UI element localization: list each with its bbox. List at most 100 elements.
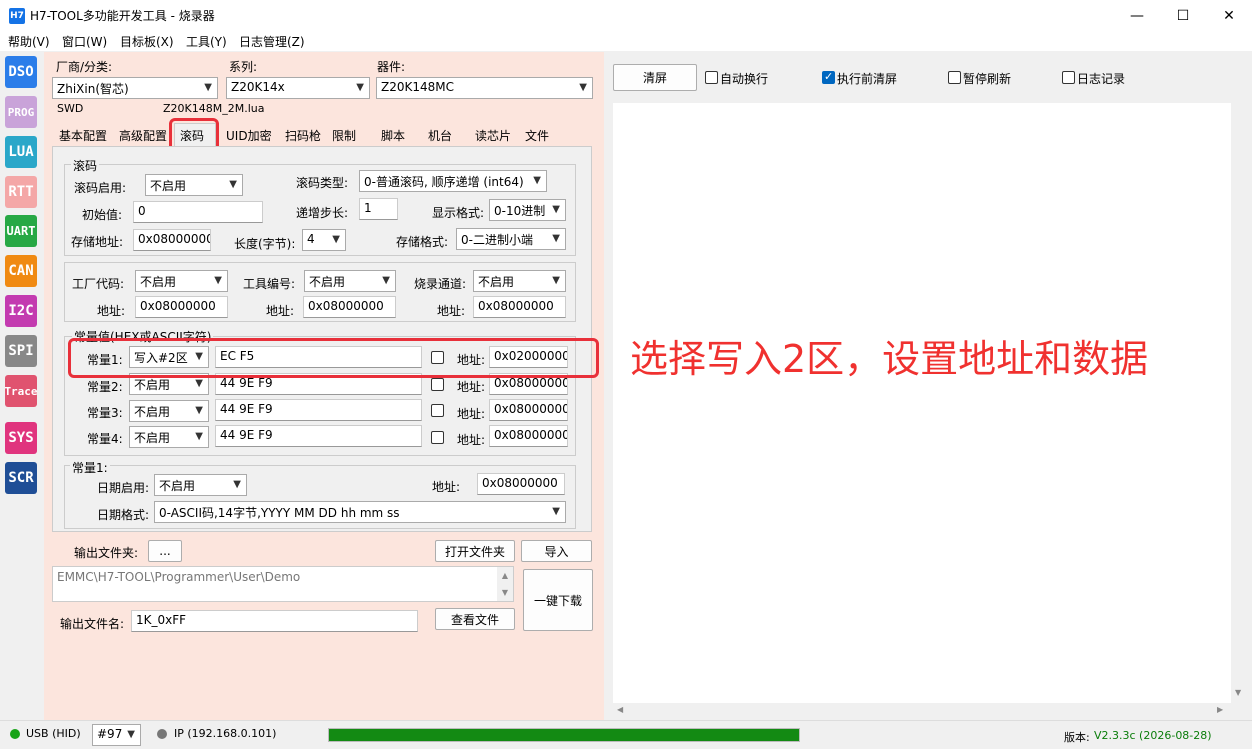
rolling-init-input[interactable]: 0: [133, 201, 263, 223]
sidebar-trace[interactable]: Trace: [4, 375, 38, 407]
constant-value-input[interactable]: 44 9E F9: [215, 399, 422, 421]
tab-limit[interactable]: 限制: [332, 127, 356, 144]
channel-select[interactable]: 不启用 ▼: [473, 270, 566, 292]
device-number-select[interactable]: #97 ▼: [92, 724, 141, 746]
sidebar-dso[interactable]: DSO: [5, 56, 37, 88]
sidebar-spi[interactable]: SPI: [5, 335, 37, 367]
output-file-input[interactable]: 1K_0xFF: [131, 610, 418, 632]
output-path-text: EMMC\H7-TOOL\Programmer\User\Demo: [57, 570, 301, 584]
sidebar-prog[interactable]: PROG: [5, 96, 37, 128]
rolling-group-title: 滚码: [71, 157, 100, 174]
part-select[interactable]: Z20K148MC ▼: [376, 77, 593, 99]
rolling-len-select[interactable]: 4 ▼: [302, 229, 346, 251]
constant-label: 常量2:: [87, 380, 123, 394]
display-format-label: 显示格式:: [432, 206, 485, 220]
chevron-down-icon: ▼: [195, 378, 203, 389]
view-file-button[interactable]: 查看文件: [435, 608, 515, 630]
rolling-enable-select[interactable]: 不启用 ▼: [145, 174, 243, 196]
store-format-label: 存储格式:: [396, 235, 449, 249]
menu-window[interactable]: 窗口(W): [62, 33, 107, 50]
constant-value-input[interactable]: 44 9E F9: [215, 425, 422, 447]
rolling-addr-input[interactable]: 0x08000000: [133, 229, 211, 251]
menu-target[interactable]: 目标板(X): [120, 33, 174, 50]
window-title: H7-TOOL多功能开发工具 - 烧录器: [30, 9, 215, 23]
path-scrollbar[interactable]: ▲ ▼: [497, 567, 513, 601]
date-enable-label: 日期启用:: [97, 481, 150, 495]
maximize-button[interactable]: ☐: [1160, 0, 1206, 31]
clear-before-run-checkbox[interactable]: [822, 70, 835, 84]
vendor-select[interactable]: ZhiXin(智芯) ▼: [52, 77, 218, 99]
one-click-download-button[interactable]: 一键下载: [523, 569, 593, 631]
factory-addr-input[interactable]: 0x08000000: [135, 296, 228, 318]
pause-refresh-checkbox[interactable]: [948, 71, 961, 84]
series-select[interactable]: Z20K14x ▼: [226, 77, 370, 99]
date-enable-select[interactable]: 不启用 ▼: [154, 474, 247, 496]
tab-file[interactable]: 文件: [525, 127, 549, 144]
ip-status-dot: [157, 729, 167, 739]
auto-wrap-checkbox[interactable]: [705, 71, 718, 84]
menu-tools[interactable]: 工具(Y): [186, 33, 227, 50]
chevron-down-icon: ▼: [229, 179, 237, 190]
tab-machine[interactable]: 机台: [428, 127, 452, 144]
display-format-select[interactable]: 0-10进制 ▼: [489, 199, 566, 221]
log-record-checkbox[interactable]: [1062, 71, 1075, 84]
minimize-button[interactable]: —: [1114, 0, 1160, 31]
constant-addr-input[interactable]: 0x08000000: [489, 425, 568, 447]
constant-mode-select[interactable]: 不启用 ▼: [129, 400, 209, 422]
constant-checkbox[interactable]: [431, 431, 444, 444]
sidebar-can[interactable]: CAN: [5, 255, 37, 287]
date-format-label: 日期格式:: [97, 508, 150, 522]
open-folder-button[interactable]: 打开文件夹: [435, 540, 515, 562]
tab-read-chip[interactable]: 读芯片: [475, 127, 511, 144]
chevron-down-icon: ▼: [214, 275, 222, 286]
auto-wrap-label: 自动换行: [720, 72, 769, 86]
chevron-down-icon: ▼: [356, 82, 364, 93]
sidebar-lua[interactable]: LUA: [5, 136, 37, 168]
chevron-down-icon: ▼: [552, 204, 560, 215]
date-addr-input[interactable]: 0x08000000: [477, 473, 565, 495]
channel-addr-input[interactable]: 0x08000000: [473, 296, 566, 318]
constant-addr-label: 地址:: [457, 407, 486, 421]
sidebar-i2c[interactable]: I2C: [5, 295, 37, 327]
output-folder-label: 输出文件夹:: [74, 546, 139, 560]
log-vertical-scrollbar[interactable]: ▼: [1231, 103, 1248, 703]
output-path-box[interactable]: EMMC\H7-TOOL\Programmer\User\Demo ▲ ▼: [52, 566, 514, 602]
tool-number-label: 工具编号:: [243, 277, 296, 291]
tab-scanner[interactable]: 扫码枪: [285, 127, 321, 144]
tool-number-select[interactable]: 不启用 ▼: [304, 270, 396, 292]
log-output-area[interactable]: [613, 103, 1231, 703]
clear-screen-button[interactable]: 清屏: [613, 64, 697, 91]
menu-help[interactable]: 帮助(V): [8, 33, 50, 50]
close-button[interactable]: ✕: [1206, 0, 1252, 31]
constant-checkbox[interactable]: [431, 378, 444, 391]
sidebar-sys[interactable]: SYS: [5, 422, 37, 454]
tab-script[interactable]: 脚本: [381, 127, 405, 144]
date-format-select[interactable]: 0-ASCII码,14字节,YYYY MM DD hh mm ss ▼: [154, 501, 566, 523]
store-format-select[interactable]: 0-二进制小端 ▼: [456, 228, 566, 250]
interface-text: SWD: [57, 102, 84, 115]
chevron-down-icon: ▼: [552, 233, 560, 244]
sidebar-scr[interactable]: SCR: [5, 462, 37, 494]
rolling-type-select[interactable]: 0-普通滚码, 顺序递增 (int64) ▼: [359, 170, 547, 192]
factory-code-select[interactable]: 不启用 ▼: [135, 270, 228, 292]
tool-addr-input[interactable]: 0x08000000: [303, 296, 396, 318]
chevron-down-icon: ▼: [204, 82, 212, 93]
constant-addr-input[interactable]: 0x08000000: [489, 399, 568, 421]
rolling-addr-label: 存储地址:: [71, 235, 124, 249]
log-horizontal-scrollbar[interactable]: ◀ ▶: [613, 703, 1231, 719]
sidebar-uart[interactable]: UART: [5, 215, 37, 247]
constant-addr-label: 地址:: [457, 380, 486, 394]
tab-basic[interactable]: 基本配置: [59, 127, 107, 144]
browse-folder-button[interactable]: ...: [148, 540, 182, 562]
rolling-step-input[interactable]: 1: [359, 198, 398, 220]
constant-checkbox[interactable]: [431, 404, 444, 417]
tab-advanced[interactable]: 高级配置: [119, 127, 167, 144]
chevron-down-icon: ▼: [552, 506, 560, 517]
sidebar-rtt[interactable]: RTT: [5, 176, 37, 208]
import-button[interactable]: 导入: [521, 540, 592, 562]
constant-mode-select[interactable]: 不启用 ▼: [129, 426, 209, 448]
tab-uid[interactable]: UID加密: [226, 127, 272, 144]
menu-log[interactable]: 日志管理(Z): [239, 33, 305, 50]
chevron-down-icon: ▼: [382, 275, 390, 286]
rolling-type-label: 滚码类型:: [296, 176, 349, 190]
